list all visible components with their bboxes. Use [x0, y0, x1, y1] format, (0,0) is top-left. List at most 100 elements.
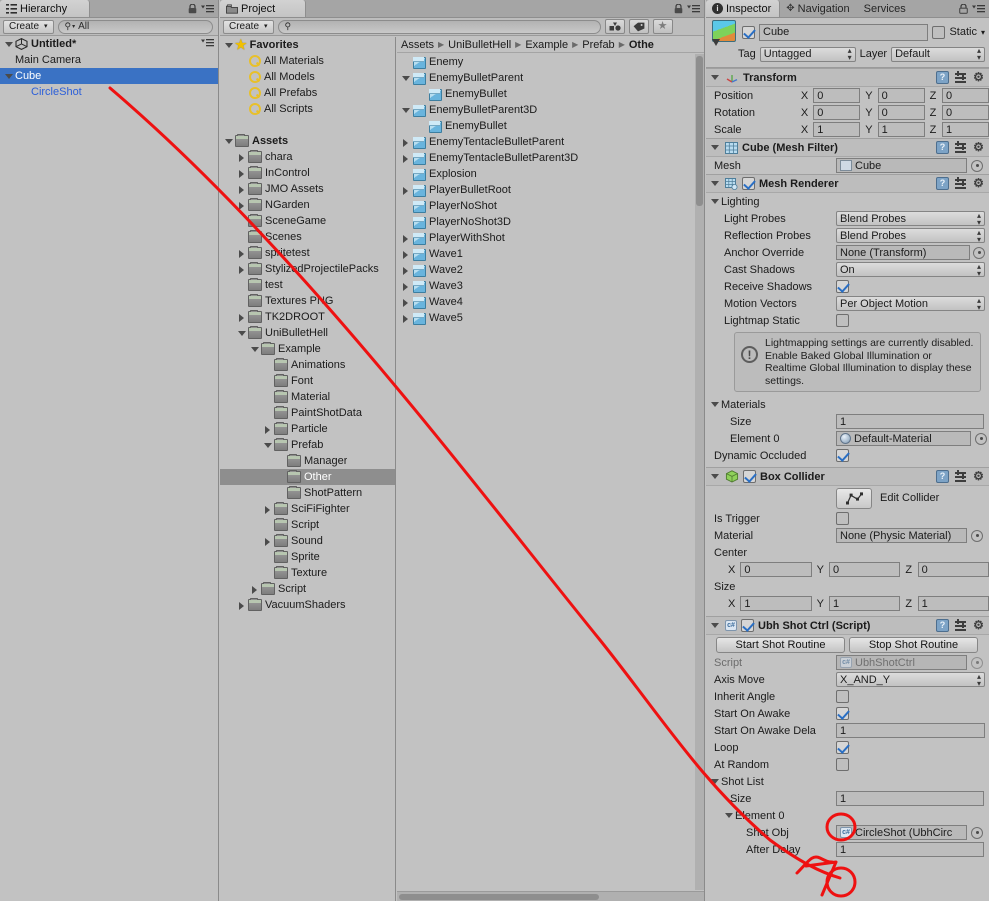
- object-picker-icon[interactable]: [971, 826, 983, 839]
- motion-vectors-dropdown[interactable]: Per Object Motion ▴ ▾: [836, 296, 985, 311]
- chevron-right-icon[interactable]: [401, 297, 412, 308]
- dynamic-occluded-checkbox[interactable]: [836, 449, 849, 462]
- gear-icon[interactable]: ⚙: [972, 141, 985, 154]
- start-on-awake-delay-input[interactable]: 1: [836, 723, 985, 738]
- chevron-right-icon[interactable]: [237, 600, 248, 611]
- project-tree-item-sound[interactable]: Sound: [220, 533, 395, 549]
- project-tree-item-script[interactable]: Script: [220, 581, 395, 597]
- chevron-down-icon[interactable]: [224, 136, 235, 147]
- start-on-awake-checkbox[interactable]: [836, 707, 849, 720]
- static-dropdown-icon[interactable]: ▾: [981, 28, 985, 37]
- mesh-object-field[interactable]: Cube: [836, 158, 967, 173]
- assets-horizontal-scrollbar[interactable]: [397, 891, 704, 901]
- stop-shot-routine-button[interactable]: Stop Shot Routine: [849, 636, 978, 653]
- asset-item-wave3[interactable]: Wave3: [397, 278, 704, 294]
- chevron-down-icon[interactable]: [710, 72, 721, 83]
- project-tree-item-textures-png[interactable]: Textures PNG: [220, 293, 395, 309]
- component-header-mesh-renderer[interactable]: Mesh Renderer ? ⚙: [706, 174, 989, 193]
- project-search-input[interactable]: ⚲: [277, 19, 601, 34]
- chevron-right-icon[interactable]: [401, 233, 412, 244]
- lock-icon[interactable]: [188, 3, 197, 14]
- transform-rotation-y-input[interactable]: 0: [877, 105, 925, 120]
- layer-dropdown[interactable]: Default ▴ ▾: [891, 46, 985, 62]
- asset-item-enemytentaclebulletparent[interactable]: EnemyTentacleBulletParent: [397, 134, 704, 150]
- project-tree-item-other[interactable]: Other: [220, 469, 395, 485]
- static-checkbox[interactable]: [932, 25, 946, 39]
- panel-menu-icon[interactable]: [687, 4, 700, 13]
- project-tree-item-scenes[interactable]: Scenes: [220, 229, 395, 245]
- materials-foldout[interactable]: Materials: [706, 396, 989, 413]
- transform-position-y-input[interactable]: 0: [877, 88, 925, 103]
- gear-icon[interactable]: ⚙: [972, 71, 985, 84]
- collider-size-y-input[interactable]: 1: [828, 596, 901, 611]
- breadcrumb-item[interactable]: Example: [525, 39, 568, 51]
- chevron-right-icon[interactable]: [263, 536, 274, 547]
- hierarchy-item-main-camera[interactable]: Main Camera: [0, 52, 218, 68]
- gear-icon[interactable]: ⚙: [972, 177, 985, 190]
- chevron-down-icon[interactable]: [710, 399, 721, 410]
- chevron-right-icon[interactable]: [401, 153, 412, 164]
- asset-item-enemybulletparent[interactable]: EnemyBulletParent: [397, 70, 704, 86]
- after-delay-input[interactable]: 1: [836, 842, 984, 857]
- tab-navigation[interactable]: ✥ Navigation: [780, 0, 857, 17]
- object-picker-icon[interactable]: [973, 246, 985, 259]
- project-tree-item-scififighter[interactable]: SciFiFighter: [220, 501, 395, 517]
- project-tree-item-material[interactable]: Material: [220, 389, 395, 405]
- start-shot-routine-button[interactable]: Start Shot Routine: [716, 636, 845, 653]
- breadcrumb-item[interactable]: Othe: [629, 39, 654, 51]
- breadcrumb-item[interactable]: Prefab: [582, 39, 614, 51]
- lock-icon[interactable]: [959, 3, 968, 14]
- loop-checkbox[interactable]: [836, 741, 849, 754]
- object-name-input[interactable]: Cube: [759, 23, 929, 41]
- collider-center-x-input[interactable]: 0: [740, 562, 812, 577]
- project-create-button[interactable]: Create ▾: [223, 19, 274, 34]
- transform-scale-z-input[interactable]: 1: [942, 122, 989, 137]
- project-tree-item-favorites[interactable]: ★ Favorites: [220, 37, 395, 53]
- project-tree-item-font[interactable]: Font: [220, 373, 395, 389]
- project-tree-item-test[interactable]: test: [220, 277, 395, 293]
- collider-size-z-input[interactable]: 1: [917, 596, 989, 611]
- chevron-down-icon[interactable]: [250, 344, 261, 355]
- asset-item-wave2[interactable]: Wave2: [397, 262, 704, 278]
- project-tree-item-paintshotdata[interactable]: PaintShotData: [220, 405, 395, 421]
- hierarchy-scene-row[interactable]: Untitled*: [0, 36, 218, 52]
- gear-icon[interactable]: ⚙: [972, 619, 985, 632]
- chevron-right-icon[interactable]: [401, 249, 412, 260]
- help-icon[interactable]: ?: [936, 141, 949, 154]
- asset-item-enemybullet[interactable]: EnemyBullet: [397, 86, 704, 102]
- chevron-down-icon[interactable]: [401, 105, 412, 116]
- transform-rotation-z-input[interactable]: 0: [942, 105, 989, 120]
- transform-position-x-input[interactable]: 0: [813, 88, 861, 103]
- hierarchy-create-button[interactable]: Create ▾: [3, 19, 54, 34]
- inherit-angle-checkbox[interactable]: [836, 690, 849, 703]
- project-tree-item-incontrol[interactable]: InControl: [220, 165, 395, 181]
- chevron-right-icon[interactable]: [237, 312, 248, 323]
- chevron-right-icon[interactable]: [263, 424, 274, 435]
- chevron-right-icon[interactable]: [237, 184, 248, 195]
- asset-item-wave4[interactable]: Wave4: [397, 294, 704, 310]
- transform-rotation-x-input[interactable]: 0: [813, 105, 861, 120]
- scene-row-menu-icon[interactable]: [201, 38, 218, 50]
- hierarchy-item-circleshot[interactable]: CircleShot: [0, 84, 218, 100]
- project-tree-item-texture[interactable]: Texture: [220, 565, 395, 581]
- tab-inspector[interactable]: i Inspector: [706, 0, 781, 17]
- chevron-right-icon[interactable]: [401, 313, 412, 324]
- component-header-box-collider[interactable]: Box Collider ? ⚙: [706, 467, 989, 486]
- asset-item-enemy[interactable]: Enemy: [397, 54, 704, 70]
- lightmap-static-checkbox[interactable]: [836, 314, 849, 327]
- help-icon[interactable]: ?: [936, 71, 949, 84]
- ubh-shot-ctrl-enabled-checkbox[interactable]: [741, 619, 754, 632]
- chevron-down-icon[interactable]: [4, 39, 15, 50]
- project-tree-item-example[interactable]: Example: [220, 341, 395, 357]
- project-tree-item-all-scripts[interactable]: All Scripts: [220, 101, 395, 117]
- project-tree-item-animations[interactable]: Animations: [220, 357, 395, 373]
- project-tree-item-shotpattern[interactable]: ShotPattern: [220, 485, 395, 501]
- project-tree-item-all-models[interactable]: All Models: [220, 69, 395, 85]
- hierarchy-item-cube[interactable]: Cube: [0, 68, 218, 84]
- filter-by-type-button[interactable]: [604, 19, 625, 34]
- lock-icon[interactable]: [674, 3, 683, 14]
- help-icon[interactable]: ?: [936, 619, 949, 632]
- gear-icon[interactable]: ⚙: [972, 470, 985, 483]
- edit-collider-button[interactable]: [836, 487, 872, 509]
- asset-item-playernoshot3d[interactable]: PlayerNoShot3D: [397, 214, 704, 230]
